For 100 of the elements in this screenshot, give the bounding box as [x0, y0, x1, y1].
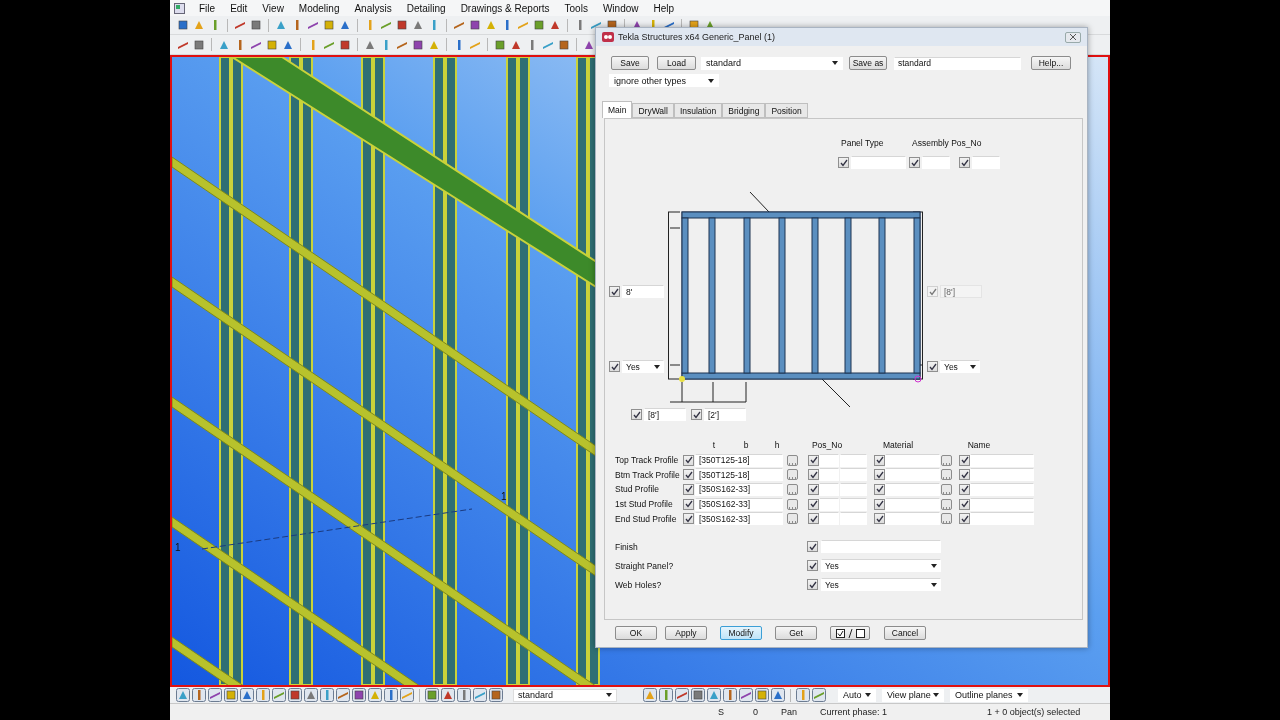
tool-icon[interactable]	[755, 688, 769, 702]
menu-item[interactable]: View	[254, 2, 291, 14]
profile-field[interactable]: [350T125-18]	[695, 453, 783, 467]
name-field[interactable]	[970, 468, 1034, 482]
view-option-select[interactable]: View plane	[882, 688, 944, 702]
name-field[interactable]	[970, 512, 1034, 526]
material-field[interactable]	[885, 512, 940, 526]
tool-icon[interactable]	[675, 688, 689, 702]
tool-icon[interactable]	[320, 688, 334, 702]
menu-item[interactable]: Edit	[222, 2, 255, 14]
tool-icon[interactable]	[771, 688, 785, 702]
name-field[interactable]	[970, 497, 1034, 511]
end-stud-select[interactable]: Yes	[622, 360, 664, 373]
pos-prefix-field[interactable]	[819, 482, 839, 496]
tool-icon[interactable]	[493, 37, 507, 52]
browse-button[interactable]	[787, 513, 798, 525]
dialog-button[interactable]: Modify	[720, 626, 762, 640]
checkbox[interactable]	[609, 286, 620, 297]
checkbox[interactable]	[874, 483, 885, 495]
tool-icon[interactable]	[304, 688, 318, 702]
tool-icon[interactable]	[338, 37, 352, 52]
toggle-checkboxes-button[interactable]	[830, 626, 870, 640]
tool-icon[interactable]	[224, 688, 238, 702]
material-field[interactable]	[885, 482, 940, 496]
menu-item[interactable]: Analysis	[346, 2, 399, 14]
view-filter-select[interactable]: standard	[513, 688, 617, 702]
tool-icon[interactable]	[812, 688, 826, 702]
tool-icon[interactable]	[322, 18, 336, 32]
save-button[interactable]: Save	[611, 56, 649, 70]
tool-icon[interactable]	[796, 688, 810, 702]
browse-button[interactable]	[941, 469, 952, 481]
dialog-button[interactable]: OK	[615, 626, 657, 640]
checkbox[interactable]	[909, 157, 920, 168]
checkbox[interactable]	[683, 513, 694, 525]
tool-icon[interactable]	[457, 688, 471, 702]
spacing-field[interactable]: [2']	[704, 408, 746, 421]
tool-icon[interactable]	[473, 688, 487, 702]
checkbox[interactable]	[959, 469, 970, 481]
spacing-field[interactable]: [8']	[644, 408, 686, 421]
browse-button[interactable]	[787, 498, 798, 510]
checkbox[interactable]	[959, 483, 970, 495]
tool-icon[interactable]	[739, 688, 753, 702]
checkbox[interactable]	[683, 483, 694, 495]
tool-icon[interactable]	[265, 37, 279, 52]
load-button[interactable]: Load	[657, 56, 696, 70]
dialog-button[interactable]: Apply	[665, 626, 707, 640]
tool-icon[interactable]	[352, 688, 366, 702]
tab[interactable]: Bridging	[722, 103, 766, 118]
tool-icon[interactable]	[723, 688, 737, 702]
pos-number-field[interactable]	[840, 512, 867, 526]
tool-icon[interactable]	[384, 688, 398, 702]
checkbox[interactable]	[959, 157, 970, 168]
checkbox[interactable]	[683, 469, 694, 481]
menu-item[interactable]: File	[191, 2, 223, 14]
tool-icon[interactable]	[192, 37, 206, 52]
option-select[interactable]: Yes	[821, 559, 941, 573]
save-as-name-field[interactable]: standard	[894, 56, 1021, 70]
menu-item[interactable]: Detailing	[398, 2, 453, 14]
browse-button[interactable]	[941, 454, 952, 466]
tab[interactable]: DryWall	[632, 103, 674, 118]
checkbox[interactable]	[631, 409, 642, 420]
view-option-select[interactable]: Outline planes	[950, 688, 1028, 702]
tool-icon[interactable]	[368, 688, 382, 702]
checkbox[interactable]	[874, 498, 885, 510]
checkbox[interactable]	[927, 361, 938, 372]
tool-icon[interactable]	[691, 688, 705, 702]
tool-icon[interactable]	[395, 18, 409, 32]
dialog-button[interactable]: Get	[775, 626, 817, 640]
tool-icon[interactable]	[176, 18, 190, 32]
checkbox[interactable]	[808, 483, 819, 495]
view-option-select[interactable]: Auto	[838, 688, 876, 702]
tool-icon[interactable]	[208, 688, 222, 702]
material-field[interactable]	[885, 468, 940, 482]
tool-icon[interactable]	[272, 688, 286, 702]
filter-select[interactable]: ignore other types	[609, 74, 719, 87]
tool-icon[interactable]	[532, 18, 546, 32]
browse-button[interactable]	[787, 469, 798, 481]
browse-button[interactable]	[941, 513, 952, 525]
menu-item[interactable]: Tools	[556, 2, 595, 14]
tool-icon[interactable]	[489, 688, 503, 702]
text-field[interactable]	[972, 156, 1000, 169]
checkbox[interactable]	[807, 560, 818, 572]
checkbox[interactable]	[874, 454, 885, 466]
pos-number-field[interactable]	[840, 453, 867, 467]
dialog-button[interactable]: Cancel	[884, 626, 926, 640]
pos-prefix-field[interactable]	[819, 468, 839, 482]
tool-icon[interactable]	[176, 688, 190, 702]
attributes-select[interactable]: standard	[701, 56, 843, 70]
tab[interactable]: Position	[765, 103, 808, 118]
name-field[interactable]	[970, 453, 1034, 467]
profile-field[interactable]: [350S162-33]	[695, 512, 783, 526]
checkbox[interactable]	[959, 498, 970, 510]
checkbox[interactable]	[808, 498, 819, 510]
finish-field[interactable]	[821, 540, 941, 554]
pos-number-field[interactable]	[840, 482, 867, 496]
option-select[interactable]: Yes	[821, 578, 941, 592]
tool-icon[interactable]	[441, 688, 455, 702]
close-button[interactable]	[1065, 31, 1081, 43]
checkbox[interactable]	[808, 513, 819, 525]
tab[interactable]: Insulation	[673, 103, 723, 118]
